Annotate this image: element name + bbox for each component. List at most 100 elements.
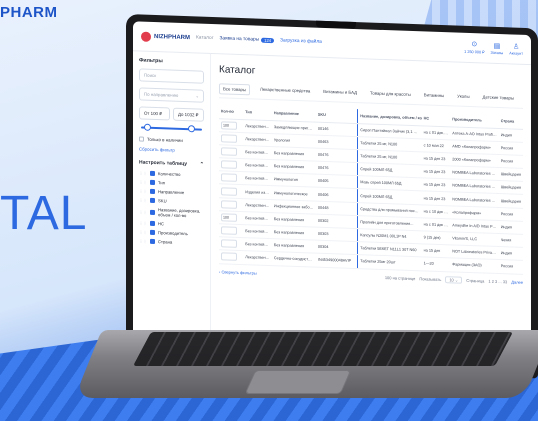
column-toggle-label: Количество (158, 171, 181, 177)
page-label: Страница (466, 277, 485, 284)
quantity-cell[interactable] (219, 250, 244, 265)
tab-injections[interactable]: Уколы (454, 91, 472, 103)
column-toggle[interactable]: ⋮⋮ Название, дозировка, объем / кол-во (139, 206, 204, 218)
drag-handle-icon[interactable]: ⋮⋮ (139, 197, 147, 202)
table-cell: Швейцария (498, 193, 523, 208)
in-stock-label: Только в наличии (147, 136, 183, 143)
balance-button[interactable]: ⊙ 1 250 000 ₽ (464, 41, 484, 54)
slider-knob-high[interactable] (187, 125, 195, 133)
column-toggle[interactable]: ⋮⋮ Количество (139, 170, 204, 177)
quantity-input[interactable]: 100 (221, 213, 237, 222)
slider-knob-low[interactable] (143, 123, 151, 131)
catalog-table: Кол-во Тип Направление SKU Название, доз… (219, 104, 523, 274)
table-cell: Без контейнера (243, 237, 272, 252)
quantity-input[interactable]: 100 (221, 120, 237, 130)
column-header[interactable]: Тип (243, 105, 272, 121)
quantity-cell[interactable] (219, 144, 244, 159)
catalog-main: Каталог Все товары Лекарственные средств… (211, 54, 531, 370)
table-cell: Таблетки 25мг 20шт (357, 254, 422, 271)
in-stock-checkbox[interactable]: Только в наличии (139, 136, 204, 143)
table-cell: Изделия из пищевых (243, 185, 272, 200)
price-to-input[interactable]: До 1032 ₽ (173, 107, 204, 122)
drag-handle-icon[interactable]: ⋮⋮ (139, 179, 147, 184)
table-cell: Чехия (498, 233, 523, 248)
quantity-input[interactable] (221, 239, 237, 249)
page-numbers[interactable]: 1 2 3 ... 33 (488, 278, 507, 284)
quantity-input[interactable] (221, 173, 237, 183)
drag-handle-icon[interactable]: ⋮⋮ (139, 188, 147, 193)
table-cell: Фармация (ЗАО) (450, 258, 499, 274)
quantity-input[interactable] (221, 147, 237, 156)
tab-kids[interactable]: Детские товары (480, 92, 518, 104)
quantity-input[interactable] (221, 200, 237, 209)
quantity-cell[interactable] (219, 184, 244, 199)
tab-vitamins-supplements[interactable]: Витамины и БАД (320, 87, 360, 99)
quantity-cell[interactable] (219, 170, 244, 186)
cart-count-badge: 124 (261, 37, 275, 44)
column-toggle[interactable]: ⋮⋮ Страна (139, 238, 204, 245)
column-header[interactable]: Страна (498, 114, 523, 129)
quantity-cell[interactable] (219, 197, 244, 212)
table-cell: Без контейнера (243, 171, 272, 187)
table-cell: Лекарственное средство (243, 132, 272, 147)
column-toggle[interactable]: ⋮⋮ Направление (139, 188, 204, 195)
collapse-filters-label: Свернуть фильтры (221, 268, 257, 276)
quantity-input[interactable] (221, 186, 237, 196)
direction-select[interactable]: По направлению ⌄ (139, 87, 204, 103)
column-toggle[interactable]: ⋮⋮ НС (139, 220, 204, 227)
column-header[interactable]: Направление (271, 106, 316, 122)
column-toggle[interactable]: ⋮⋮ Тип (139, 179, 204, 186)
tab-vitamins[interactable]: Витамины (421, 90, 447, 102)
checkbox-box (150, 179, 155, 186)
table-cell: на с 01 дек. 25 (421, 125, 451, 140)
page-title: Каталог (219, 64, 256, 77)
quantity-input[interactable] (221, 160, 237, 170)
quantity-cell[interactable] (219, 131, 244, 146)
quantity-input[interactable] (221, 226, 237, 235)
column-header[interactable]: Кол-во (219, 104, 244, 120)
table-settings-header[interactable]: Настроить таблицу ⌃ (139, 159, 204, 167)
price-from-input[interactable]: От 100 ₽ (139, 106, 170, 121)
table-cell: Россия (498, 141, 523, 156)
column-toggle-label: Страна (158, 239, 173, 245)
upload-file-link[interactable]: Загрузка из файла (280, 38, 322, 44)
quantity-cell[interactable] (219, 236, 244, 251)
drag-handle-icon[interactable]: ⋮⋮ (139, 209, 147, 214)
per-page-select[interactable]: 10 ⌄ (445, 275, 463, 284)
drag-handle-icon[interactable]: ⋮⋮ (139, 170, 147, 175)
cart-link[interactable]: Заявка на товары 124 (219, 36, 275, 44)
column-toggle[interactable]: ⋮⋮ SKU (139, 197, 204, 204)
checkbox-box (150, 170, 155, 177)
drag-handle-icon[interactable]: ⋮⋮ (139, 220, 147, 225)
tab-all[interactable]: Все товары (219, 83, 251, 96)
column-toggle[interactable]: ⋮⋮ Производитель (139, 229, 204, 236)
laptop-keyboard (132, 332, 514, 366)
reset-filter-link[interactable]: Сбросить фильтр (139, 146, 204, 153)
quantity-value: 100 (223, 122, 229, 128)
search-input[interactable]: Поиск (139, 68, 204, 84)
orders-button[interactable]: ▤ Заказы (491, 42, 504, 54)
quantity-cell[interactable] (219, 157, 244, 172)
quantity-input[interactable] (221, 252, 237, 262)
tab-beauty[interactable]: Товары для красоты (367, 88, 414, 101)
column-header[interactable]: SKU (315, 107, 358, 124)
quantity-cell[interactable]: 100 (219, 210, 244, 225)
tab-medicines[interactable]: Лекарственные средства (257, 85, 313, 98)
chevron-down-icon: ⌄ (195, 92, 199, 99)
drag-handle-icon[interactable]: ⋮⋮ (139, 229, 147, 234)
column-header[interactable]: НС (421, 111, 451, 127)
column-toggle-label: Производитель (158, 230, 188, 237)
drag-handle-icon[interactable]: ⋮⋮ (139, 238, 147, 243)
column-toggle-list: ⋮⋮ Количество ⋮⋮ Тип ⋮⋮ Направление ⋮⋮ SKU ⋮… (139, 170, 204, 245)
price-slider[interactable] (141, 123, 202, 134)
quantity-cell[interactable]: 100 (219, 118, 244, 133)
collapse-filters-link[interactable]: ‹ Свернуть фильтры (219, 269, 257, 275)
quantity-cell[interactable] (219, 223, 244, 238)
catalog-link[interactable]: Каталог (196, 35, 213, 41)
next-page-button[interactable]: Далее (511, 279, 523, 284)
quantity-input[interactable] (221, 134, 237, 143)
account-button[interactable]: ♙ Аккаунт (509, 43, 523, 55)
table-cell: на 15 дек 23 (421, 151, 451, 166)
app-logo[interactable]: NIZHPHARM (141, 31, 190, 43)
laptop-trackpad (244, 370, 352, 394)
